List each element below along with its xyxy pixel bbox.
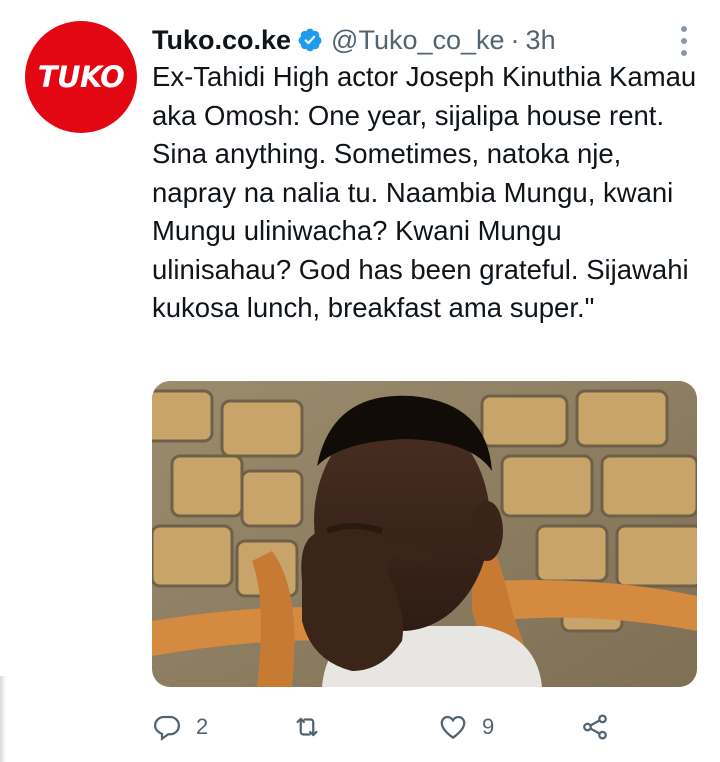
more-options-icon[interactable] [678,26,690,56]
tweet-text: Ex-Tahidi High actor Joseph Kinuthia Kam… [152,61,697,323]
display-name[interactable]: Tuko.co.ke [152,25,291,56]
reply-button[interactable]: 2 [152,705,208,749]
share-button[interactable] [580,705,610,749]
avatar[interactable]: TUKO [25,21,137,133]
tweet-photo[interactable] [152,381,697,687]
share-icon [583,714,607,740]
photo-man-crying [152,381,697,687]
tweet-actions: 2 9 [152,705,632,749]
separator-dot: · [510,24,520,55]
tweet-header: Tuko.co.ke @Tuko_co_ke · 3h [152,20,700,60]
like-count: 9 [482,714,495,739]
reply-icon [153,715,181,741]
like-button[interactable]: 9 [438,705,494,749]
avatar-logo-text: TUKO [37,60,125,94]
reply-count: 2 [196,714,209,739]
retweet-icon [296,717,318,737]
verified-badge-icon [298,28,322,52]
left-edge-shadow [0,676,6,762]
user-handle[interactable]: @Tuko_co_ke [331,25,505,56]
like-icon [440,715,466,739]
retweet-button[interactable] [292,705,336,749]
timestamp[interactable]: 3h [526,25,556,56]
